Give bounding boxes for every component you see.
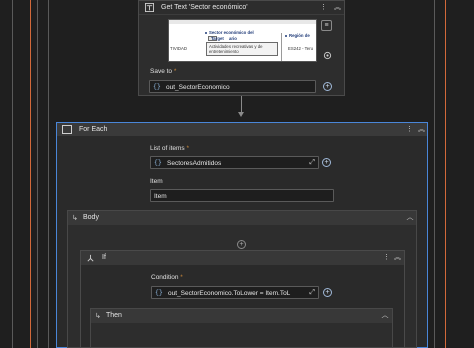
collapse-icon[interactable]: ︽ xyxy=(333,3,342,12)
preview-right-value: ES242 - Teru xyxy=(288,46,314,51)
menu-icon[interactable]: ≡ xyxy=(321,20,332,31)
branch-arrow-icon: ↳ xyxy=(72,215,78,222)
branch-arrow-icon: ↳ xyxy=(95,313,101,320)
rail-line xyxy=(48,0,49,348)
for-each-title: For Each xyxy=(79,126,108,133)
body-header[interactable]: ↳ Body ︿ xyxy=(68,211,416,225)
preview-divider xyxy=(281,33,282,61)
for-each-icon xyxy=(62,125,72,134)
collapse-icon[interactable]: ︽ xyxy=(393,253,402,262)
preview-title-line2: ario xyxy=(229,36,237,41)
if-header[interactable]: If ⋮ ︽ xyxy=(81,251,404,265)
collapse-icon[interactable]: ︿ xyxy=(381,311,389,320)
for-each-header[interactable]: For Each ⋮ ︽ xyxy=(57,123,427,136)
screenshot-preview[interactable]: TIVIDAD Sector económico del Target ario… xyxy=(168,19,317,62)
list-of-items-field[interactable]: {} SectoresAdmitidos ⤢ xyxy=(150,156,319,169)
collapse-icon[interactable]: ︽ xyxy=(417,125,426,134)
expand-icon[interactable]: ⤢ xyxy=(309,289,315,297)
connector-line xyxy=(241,96,242,113)
preview-right-title: Región de xyxy=(289,33,310,38)
rail-line xyxy=(12,0,13,348)
rail-line xyxy=(434,0,435,348)
target-settings-icon[interactable] xyxy=(323,51,332,60)
preview-selected-text: Actividades recreativas y de entretenimi… xyxy=(206,42,278,56)
then-title: Then xyxy=(106,312,122,319)
preview-left-text: TIVIDAD xyxy=(170,46,187,51)
save-to-label: Save to * xyxy=(150,68,177,75)
preview-title: Sector económico del xyxy=(209,30,254,35)
then-header[interactable]: ↳ Then ︿ xyxy=(91,309,392,323)
add-variable-button[interactable]: + xyxy=(322,158,331,167)
expand-icon[interactable]: ⤢ xyxy=(309,159,315,167)
add-activity-button[interactable]: + xyxy=(237,240,246,249)
then-section[interactable]: ↳ Then ︿ xyxy=(90,308,393,348)
activity-header[interactable]: Get Text 'Sector económico' ⋮ ︽ xyxy=(139,1,344,15)
preview-target-tag: Target xyxy=(211,36,224,41)
get-text-activity[interactable]: Get Text 'Sector económico' ⋮ ︽ TIVIDAD … xyxy=(138,0,345,96)
bullet-icon xyxy=(285,35,287,37)
arrow-down-icon xyxy=(238,112,244,117)
save-to-field[interactable]: {} out_SectorEconomico xyxy=(149,80,316,93)
condition-label: Condition * xyxy=(151,274,183,281)
get-text-icon xyxy=(145,3,154,12)
more-vertical-icon[interactable]: ⋮ xyxy=(320,3,327,12)
body-title: Body xyxy=(83,214,99,221)
more-vertical-icon[interactable]: ⋮ xyxy=(406,125,413,134)
condition-value: out_SectorEconomico.ToLower = Item.ToL xyxy=(168,290,291,297)
item-label: Item xyxy=(150,178,163,185)
if-branch-icon xyxy=(87,254,94,262)
preview-topbar xyxy=(169,20,316,24)
variable-icon: {} xyxy=(154,159,162,166)
activity-title: Get Text 'Sector económico' xyxy=(161,4,248,11)
rail-line xyxy=(445,0,446,348)
rail-line xyxy=(30,0,31,348)
more-vertical-icon[interactable]: ⋮ xyxy=(383,253,390,262)
list-of-items-label: List of items * xyxy=(150,145,190,152)
item-value: Item xyxy=(154,193,167,200)
add-variable-button[interactable]: + xyxy=(323,288,332,297)
list-of-items-value: SectoresAdmitidos xyxy=(167,160,222,167)
condition-field[interactable]: {} out_SectorEconomico.ToLower = Item.To… xyxy=(151,286,319,299)
collapse-icon[interactable]: ︿ xyxy=(406,213,414,222)
if-title: If xyxy=(102,254,106,261)
rail-line xyxy=(37,0,38,348)
bullet-icon xyxy=(205,32,207,34)
save-to-value: out_SectorEconomico xyxy=(166,84,230,91)
variable-icon: {} xyxy=(155,289,163,296)
variable-icon: {} xyxy=(153,83,161,90)
item-field[interactable]: Item xyxy=(150,189,334,202)
add-variable-button[interactable]: + xyxy=(323,82,332,91)
selected-line-2: entretenimiento xyxy=(209,49,239,54)
